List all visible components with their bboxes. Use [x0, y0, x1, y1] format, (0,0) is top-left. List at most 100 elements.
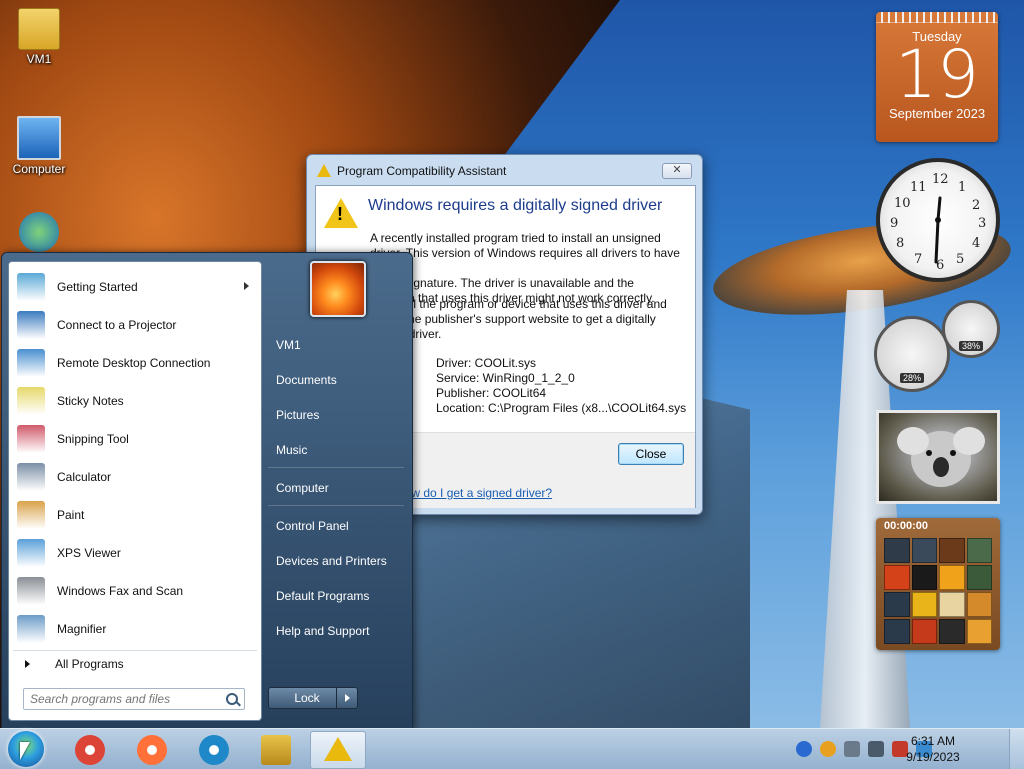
xps-viewer-icon	[17, 539, 45, 567]
cpu-meter-gadget[interactable]: 28% 38%	[874, 300, 1002, 392]
start-right-computer[interactable]: Computer	[266, 474, 406, 502]
start-right-label: Pictures	[276, 408, 320, 422]
taskbar-time[interactable]: 6:31 AM	[898, 734, 968, 748]
start-search-box[interactable]	[23, 688, 245, 710]
driver-service: Service: WinRing0_1_2_0	[436, 371, 575, 385]
start-item-calculator[interactable]: Calculator	[13, 460, 257, 494]
cpu-percent: 28%	[899, 373, 925, 383]
warning-icon	[324, 737, 352, 761]
desktop-icon-vm1[interactable]: VM1	[4, 8, 74, 66]
fax-icon	[17, 577, 45, 605]
dialog-message: A recently installed program tried to in…	[370, 231, 688, 306]
taskbar-date[interactable]: 9/19/2023	[898, 750, 968, 764]
calendar-day: 19	[895, 36, 979, 113]
memory-percent: 38%	[958, 341, 984, 351]
search-icon[interactable]	[820, 741, 836, 757]
koala-photo	[897, 427, 985, 487]
desktop-icon-label: VM1	[26, 52, 52, 66]
start-right-vm1[interactable]: VM1	[266, 331, 406, 359]
start-item-label: Sticky Notes	[57, 394, 124, 408]
sticky-notes-icon	[17, 387, 45, 415]
dialog-heading: Windows requires a digitally signed driv…	[368, 197, 663, 214]
start-right-pictures[interactable]: Pictures	[266, 401, 406, 429]
show-desktop-button[interactable]	[1009, 729, 1024, 769]
warning-large-icon	[324, 198, 358, 228]
message-line: digital signature. The driver is unavail…	[370, 276, 634, 290]
start-right-help-support[interactable]: Help and Support	[266, 617, 406, 645]
desktop: VM1 Computer Tuesday 19 September 2023 1…	[0, 0, 1024, 728]
desktop-icon-network[interactable]	[4, 212, 74, 254]
dialog-titlebar[interactable]: Program Compatibility Assistant ✕	[307, 155, 702, 185]
start-item-label: Connect to a Projector	[57, 318, 177, 332]
start-item-sticky-notes[interactable]: Sticky Notes	[13, 384, 257, 418]
dialog-close-x-button[interactable]: ✕	[662, 163, 692, 179]
chrome-icon	[75, 735, 105, 765]
puzzle-grid[interactable]	[884, 538, 992, 644]
calendar-gadget[interactable]: Tuesday 19 September 2023	[876, 12, 998, 142]
driver-details: Driver: COOLit.sys Service: WinRing0_1_2…	[436, 356, 686, 416]
start-item-xps-viewer[interactable]: XPS Viewer	[13, 536, 257, 570]
network-globe-icon	[19, 212, 59, 252]
start-right-default-programs[interactable]: Default Programs	[266, 582, 406, 610]
start-item-connect-projector[interactable]: Connect to a Projector	[13, 308, 257, 342]
start-item-magnifier[interactable]: Magnifier	[13, 612, 257, 646]
remote-desktop-icon	[17, 349, 45, 377]
start-right-label: Music	[276, 443, 308, 457]
start-right-label: Devices and Printers	[276, 554, 387, 568]
scissors-icon	[17, 425, 45, 453]
start-right-control-panel[interactable]: Control Panel	[266, 512, 406, 540]
start-right-label: VM1	[276, 338, 301, 352]
computer-icon	[17, 116, 61, 160]
close-button[interactable]: Close	[618, 443, 684, 465]
desktop-icon-label: Computer	[12, 162, 66, 176]
start-item-remote-desktop[interactable]: Remote Desktop Connection	[13, 346, 257, 380]
start-item-label: Snipping Tool	[57, 432, 129, 446]
mouse-cursor	[20, 742, 30, 760]
dialog-title: Program Compatibility Assistant	[337, 164, 507, 178]
lock-button[interactable]: Lock	[268, 687, 346, 709]
search-icon[interactable]	[226, 693, 238, 705]
start-item-label: Windows Fax and Scan	[57, 584, 184, 598]
magnifier-icon	[17, 615, 45, 643]
start-item-paint[interactable]: Paint	[13, 498, 257, 532]
message-line: signed driver.	[370, 327, 442, 341]
all-programs-button[interactable]: All Programs	[13, 650, 257, 677]
paint-palette-icon	[17, 501, 45, 529]
clock-gadget[interactable]: 12 1 2 3 4 5 6 7 8 9 10 11	[876, 158, 1000, 282]
start-item-label: Calculator	[57, 470, 112, 484]
start-item-getting-started[interactable]: Getting Started	[13, 270, 257, 304]
submenu-arrow-icon	[244, 282, 249, 290]
search-input[interactable]	[24, 689, 220, 709]
start-right-devices-printers[interactable]: Devices and Printers	[266, 547, 406, 575]
taskbar-firefox[interactable]	[124, 731, 178, 767]
taskbar-file-explorer[interactable]	[248, 731, 302, 767]
network-icon[interactable]	[868, 741, 884, 757]
desktop-icon-computer[interactable]: Computer	[4, 116, 74, 176]
shutdown-options-arrow-button[interactable]	[336, 687, 358, 709]
start-right-label: Help and Support	[276, 624, 370, 638]
picture-puzzle-gadget[interactable]: 00:00:00	[876, 518, 1000, 650]
start-item-label: Remote Desktop Connection	[57, 356, 211, 370]
start-right-music[interactable]: Music	[266, 436, 406, 464]
message-line: check the publisher's support website to…	[370, 312, 656, 326]
driver-publisher: Publisher: COOLit64	[436, 386, 547, 400]
l-icon[interactable]	[796, 741, 812, 757]
start-item-fax-scan[interactable]: Windows Fax and Scan	[13, 574, 257, 608]
start-right-label: Documents	[276, 373, 337, 387]
getting-started-icon	[17, 273, 45, 301]
signed-driver-help-link[interactable]: How do I get a signed driver?	[396, 486, 552, 500]
volume-muted-icon[interactable]	[844, 741, 860, 757]
taskbar-compatibility-assistant[interactable]	[310, 731, 366, 769]
firefox-icon	[137, 735, 167, 765]
user-avatar[interactable]	[310, 261, 366, 317]
memory-meter-dial: 38%	[942, 300, 1000, 358]
start-right-documents[interactable]: Documents	[266, 366, 406, 394]
start-right-separator	[268, 467, 404, 468]
taskbar: 6:31 AM 9/19/2023	[0, 728, 1024, 769]
start-item-snipping-tool[interactable]: Snipping Tool	[13, 422, 257, 456]
start-right-label: Control Panel	[276, 519, 349, 533]
slideshow-gadget[interactable]	[876, 410, 1000, 504]
taskbar-chrome[interactable]	[62, 731, 116, 767]
all-programs-label: All Programs	[55, 657, 124, 671]
taskbar-edge[interactable]	[186, 731, 240, 767]
